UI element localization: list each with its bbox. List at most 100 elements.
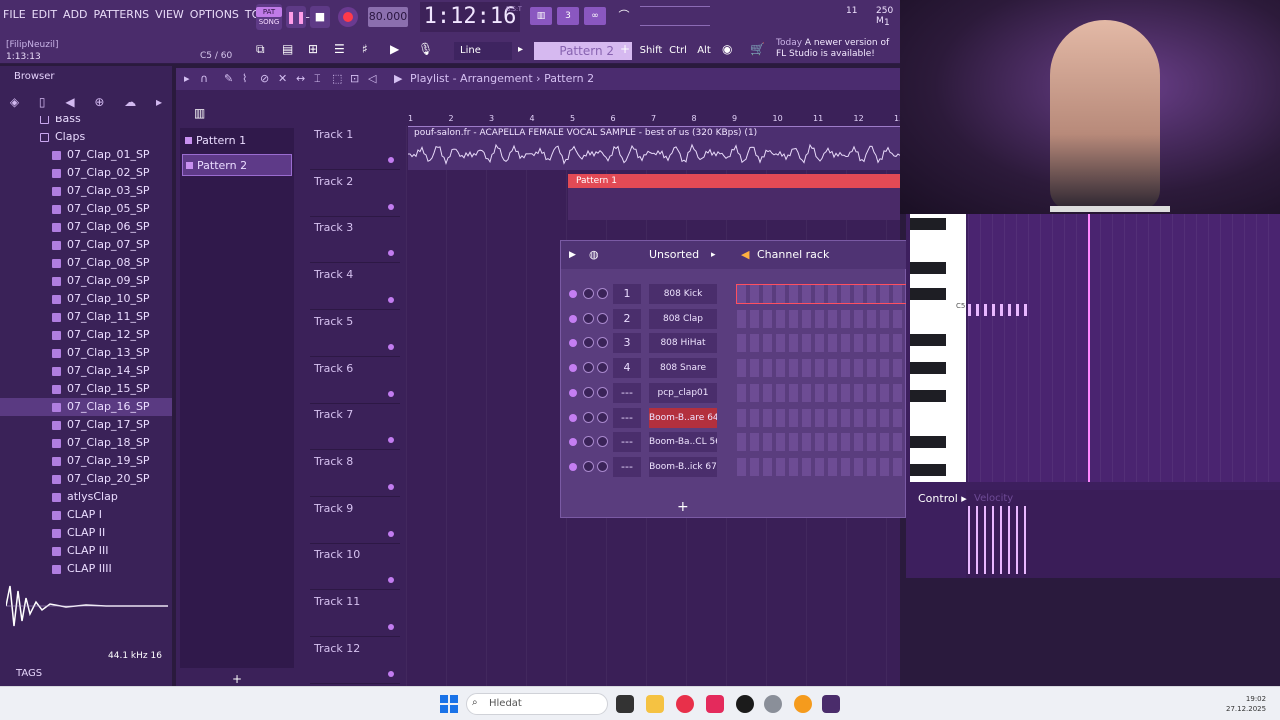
browser-file[interactable]: 07_Clap_06_SP	[0, 218, 172, 236]
arrow-right-icon[interactable]: ▶	[569, 241, 576, 269]
menu-options[interactable]: OPTIONS	[187, 8, 242, 21]
options-icon[interactable]: ◍	[589, 241, 599, 269]
plugin-icon[interactable]: ♯	[362, 42, 382, 60]
browser-file[interactable]: CLAP II	[0, 524, 172, 542]
mixer-icon[interactable]: ☰	[334, 42, 354, 60]
channel-pan-knob[interactable]	[583, 411, 594, 423]
channel-pan-knob[interactable]	[583, 436, 594, 448]
channel-name-button[interactable]: 808 Kick	[649, 284, 717, 304]
track-header[interactable]: Track 11	[310, 591, 400, 637]
menu-edit[interactable]: EDIT	[29, 8, 60, 21]
channel-pan-knob[interactable]	[583, 288, 594, 299]
channel-row[interactable]: 2 808 Clap	[561, 308, 907, 330]
record-button[interactable]	[338, 7, 358, 27]
browser-file[interactable]: 07_Clap_15_SP	[0, 380, 172, 398]
menu-add[interactable]: ADD	[60, 8, 90, 21]
track-mute-led[interactable]	[388, 437, 394, 444]
channel-name-button[interactable]: Boom-B..ick 67	[649, 456, 717, 477]
channel-name-button[interactable]: 808 Clap	[649, 308, 717, 329]
channel-row[interactable]: --- Boom-Ba..CL 56	[561, 431, 907, 453]
channel-led[interactable]	[569, 364, 577, 373]
channel-row[interactable]: --- Boom-B..are 64	[561, 407, 907, 429]
channel-row[interactable]: --- Boom-B..ick 67	[561, 456, 907, 478]
terminal-icon[interactable]	[616, 695, 634, 713]
browser-file[interactable]: 07_Clap_19_SP	[0, 452, 172, 470]
channel-pan-knob[interactable]	[583, 337, 594, 349]
menu-view[interactable]: VIEW	[152, 8, 187, 21]
step-sequencer[interactable]	[737, 408, 907, 427]
step-sequencer[interactable]	[737, 433, 907, 452]
plugin-icon[interactable]: ⊕	[94, 95, 104, 109]
track-header[interactable]: Track 6	[310, 358, 400, 404]
track-header[interactable]: Track 1	[310, 124, 400, 170]
channel-mixer-track[interactable]: ---	[613, 382, 641, 403]
arrow-right-icon[interactable]: ▸	[184, 68, 190, 90]
track-mute-led[interactable]	[388, 530, 394, 537]
channel-mixer-track[interactable]: ---	[613, 432, 641, 453]
arrow-right-icon[interactable]: ▶	[394, 68, 402, 90]
timeline-ruler[interactable]: 12345678910111213	[408, 112, 904, 126]
tiktok-icon[interactable]	[706, 695, 724, 713]
channel-led[interactable]	[569, 339, 577, 348]
slip-icon[interactable]: ↔	[296, 68, 305, 90]
shop-icon[interactable]: 🛒	[750, 42, 770, 60]
channel-mixer-track[interactable]: 3	[613, 333, 641, 354]
track-header[interactable]: Track 3	[310, 217, 400, 264]
song-time-display[interactable]: 1:12:16	[420, 2, 520, 32]
track-mute-led[interactable]	[388, 390, 394, 397]
channel-volume-knob[interactable]	[597, 337, 608, 349]
playlist-icon[interactable]: ⧉	[256, 42, 276, 60]
windows-start-icon[interactable]	[440, 695, 458, 713]
browser-file[interactable]: 07_Clap_05_SP	[0, 200, 172, 218]
channel-volume-knob[interactable]	[597, 362, 608, 374]
speaker-icon[interactable]: ◀	[65, 95, 74, 109]
browser-file[interactable]: atlysClap	[0, 488, 172, 506]
browser-file[interactable]: 07_Clap_07_SP	[0, 236, 172, 254]
channel-mixer-track[interactable]: 1	[613, 284, 641, 304]
playhead[interactable]	[1088, 214, 1090, 482]
browser-file[interactable]: 07_Clap_14_SP	[0, 362, 172, 380]
step-sequencer[interactable]	[737, 359, 907, 378]
snap-selector[interactable]: Line	[454, 42, 512, 60]
obs-icon[interactable]	[736, 695, 754, 713]
delete-icon[interactable]: ⊘	[260, 68, 269, 90]
menu-file[interactable]: FILE	[0, 8, 29, 21]
track-header[interactable]: Track 9	[310, 498, 400, 544]
track-header[interactable]: Track 4	[310, 264, 400, 311]
arrow-right-icon[interactable]: ▶	[390, 42, 410, 60]
track-mute-led[interactable]	[388, 577, 394, 584]
channel-pan-knob[interactable]	[583, 362, 594, 374]
track-header[interactable]: Track 8	[310, 451, 400, 497]
channel-led[interactable]	[569, 388, 577, 397]
note-events[interactable]	[968, 304, 1028, 316]
track-mute-led[interactable]	[388, 624, 394, 630]
track-header[interactable]: Track 12	[310, 638, 400, 684]
tags-label[interactable]: TAGS	[16, 668, 42, 679]
channel-volume-knob[interactable]	[597, 312, 608, 324]
channel-led[interactable]	[569, 413, 577, 422]
browser-file[interactable]: 07_Clap_08_SP	[0, 254, 172, 272]
channel-rack-icon[interactable]: ▤	[282, 42, 302, 60]
browser-file[interactable]: 07_Clap_20_SP	[0, 470, 172, 488]
browser-folder[interactable]: Claps	[0, 128, 172, 146]
track-mute-led[interactable]	[388, 483, 394, 490]
microphone-icon[interactable]: 🎙	[418, 42, 438, 60]
speaker-icon[interactable]: ◀	[741, 241, 749, 269]
channel-volume-knob[interactable]	[597, 386, 608, 398]
browser-file[interactable]: 07_Clap_03_SP	[0, 182, 172, 200]
cloud-icon[interactable]: ☁	[124, 95, 136, 109]
zoom-icon[interactable]: ⊡	[350, 68, 359, 90]
channel-name-button[interactable]: pcp_clap01	[649, 382, 717, 403]
arrow-right-icon[interactable]: ▸	[711, 241, 716, 269]
pattern-item[interactable]: Pattern 1	[182, 130, 292, 152]
ctrl-button[interactable]: Ctrl	[666, 42, 690, 60]
track-header[interactable]: Track 7	[310, 404, 400, 451]
audio-clip[interactable]: pouf-salon.fr - ACAPELLA FEMALE VOCAL SA…	[408, 126, 900, 170]
shift-button[interactable]: Shift	[638, 42, 664, 60]
typing-keyboard-icon[interactable]: ▥	[530, 7, 552, 25]
control-label[interactable]: Control ▸	[918, 492, 967, 505]
select-icon[interactable]: ⬚	[332, 68, 342, 90]
browser-file[interactable]: 07_Clap_10_SP	[0, 290, 172, 308]
news-panel[interactable]: Today A newer version of FL Studio is av…	[776, 38, 898, 62]
channel-name-button[interactable]: 808 Snare	[649, 358, 717, 379]
